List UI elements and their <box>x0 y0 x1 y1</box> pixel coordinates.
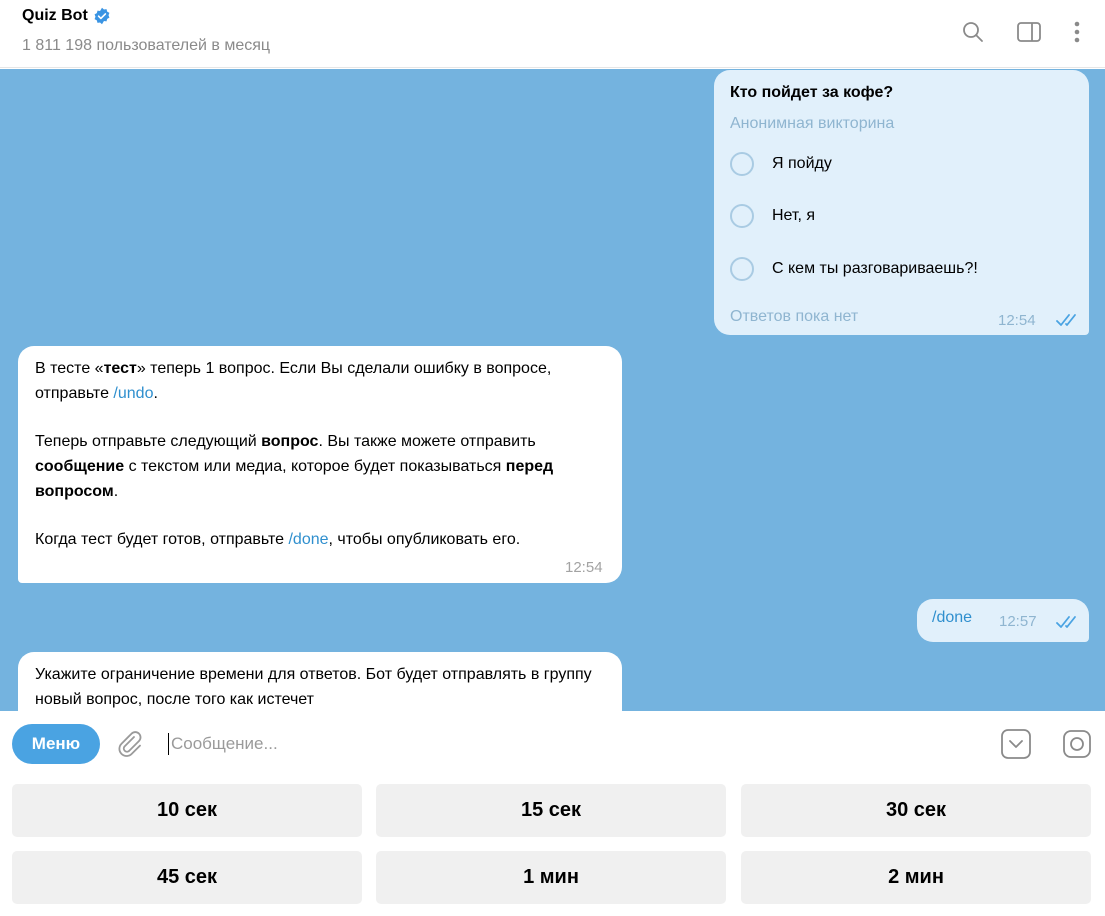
message-text: Укажите ограничение времени для ответов.… <box>35 666 592 708</box>
read-receipt-icon <box>1056 616 1076 628</box>
poll-question: Кто пойдет за кофе? <box>730 84 894 101</box>
bot-reply-keyboard: 10 сек 15 сек 30 сек 45 сек 1 мин 2 мин <box>0 777 1105 916</box>
keyboard-toggle-icon[interactable] <box>1000 728 1032 760</box>
keyboard-button[interactable]: 30 сек <box>741 784 1091 837</box>
text-span: , чтобы опубликовать его. <box>328 531 521 548</box>
keyboard-button[interactable]: 1 мин <box>376 851 726 904</box>
sidebar-toggle-icon[interactable] <box>1015 18 1043 46</box>
test-name: тест <box>103 360 137 377</box>
bot-name: Quiz Bot <box>22 7 88 24</box>
message-composer: Меню <box>0 711 1105 777</box>
bold-text: вопрос <box>261 433 319 450</box>
bold-text: сообщение <box>35 458 125 475</box>
poll-message: Кто пойдет за кофе? Анонимная викторина … <box>714 70 1089 335</box>
text-span: . <box>153 385 158 402</box>
read-receipt-icon <box>1056 314 1076 326</box>
poll-results-label: Ответов пока нет <box>730 308 859 325</box>
text-span: Когда тест будет готов, отправьте <box>35 531 289 548</box>
search-icon[interactable] <box>959 18 987 46</box>
keyboard-button[interactable]: 10 сек <box>12 784 362 837</box>
message-time: 12:54 <box>565 559 603 576</box>
done-command-link[interactable]: /done <box>932 609 972 627</box>
poll-option-label: Нет, я <box>772 207 816 224</box>
poll-option-label: Я пойду <box>772 155 832 172</box>
chat-title[interactable]: Quiz Bot <box>22 7 111 25</box>
text-span: В тесте « <box>35 360 104 377</box>
incoming-message: Укажите ограничение времени для ответов.… <box>18 652 622 711</box>
undo-command-link[interactable]: /undo <box>113 385 153 402</box>
more-vertical-icon[interactable] <box>1063 18 1091 46</box>
incoming-message: В тесте «тест» теперь 1 вопрос. Если Вы … <box>18 346 622 583</box>
chat-header: Quiz Bot 1 811 198 пользователей в месяц <box>0 0 1105 68</box>
message-time: 12:54 <box>998 312 1036 329</box>
chat-history[interactable]: Кто пойдет за кофе? Анонимная викторина … <box>0 69 1105 711</box>
text-caret <box>168 733 169 755</box>
outgoing-message: /done 12:57 <box>917 599 1089 642</box>
chat-subtitle: 1 811 198 пользователей в месяц <box>22 37 271 54</box>
menu-button[interactable]: Меню <box>12 724 100 764</box>
text-span: . <box>113 483 119 500</box>
radio-icon[interactable] <box>730 257 754 281</box>
keyboard-button[interactable]: 45 сек <box>12 851 362 904</box>
poll-option[interactable]: С кем ты разговариваешь?! <box>730 257 978 281</box>
sticker-icon[interactable] <box>1061 728 1093 760</box>
poll-option[interactable]: Нет, я <box>730 204 815 228</box>
message-text: В тесте «тест» теперь 1 вопрос. Если Вы … <box>35 356 600 552</box>
poll-option-label: С кем ты разговариваешь?! <box>772 260 978 277</box>
verified-badge-icon <box>94 7 110 25</box>
radio-icon[interactable] <box>730 204 754 228</box>
text-span: с текстом или медиа, которое будет показ… <box>124 458 506 475</box>
radio-icon[interactable] <box>730 152 754 176</box>
keyboard-button[interactable]: 2 мин <box>741 851 1091 904</box>
done-command-link[interactable]: /done <box>288 531 328 548</box>
poll-type-label: Анонимная викторина <box>730 115 895 132</box>
text-span: Теперь отправьте следующий <box>35 433 262 450</box>
message-input[interactable] <box>171 728 971 760</box>
text-span: . Вы также можете отправить <box>318 433 536 450</box>
paperclip-icon[interactable] <box>115 729 145 759</box>
keyboard-button[interactable]: 15 сек <box>376 784 726 837</box>
poll-option[interactable]: Я пойду <box>730 152 832 176</box>
message-time: 12:57 <box>999 613 1037 630</box>
